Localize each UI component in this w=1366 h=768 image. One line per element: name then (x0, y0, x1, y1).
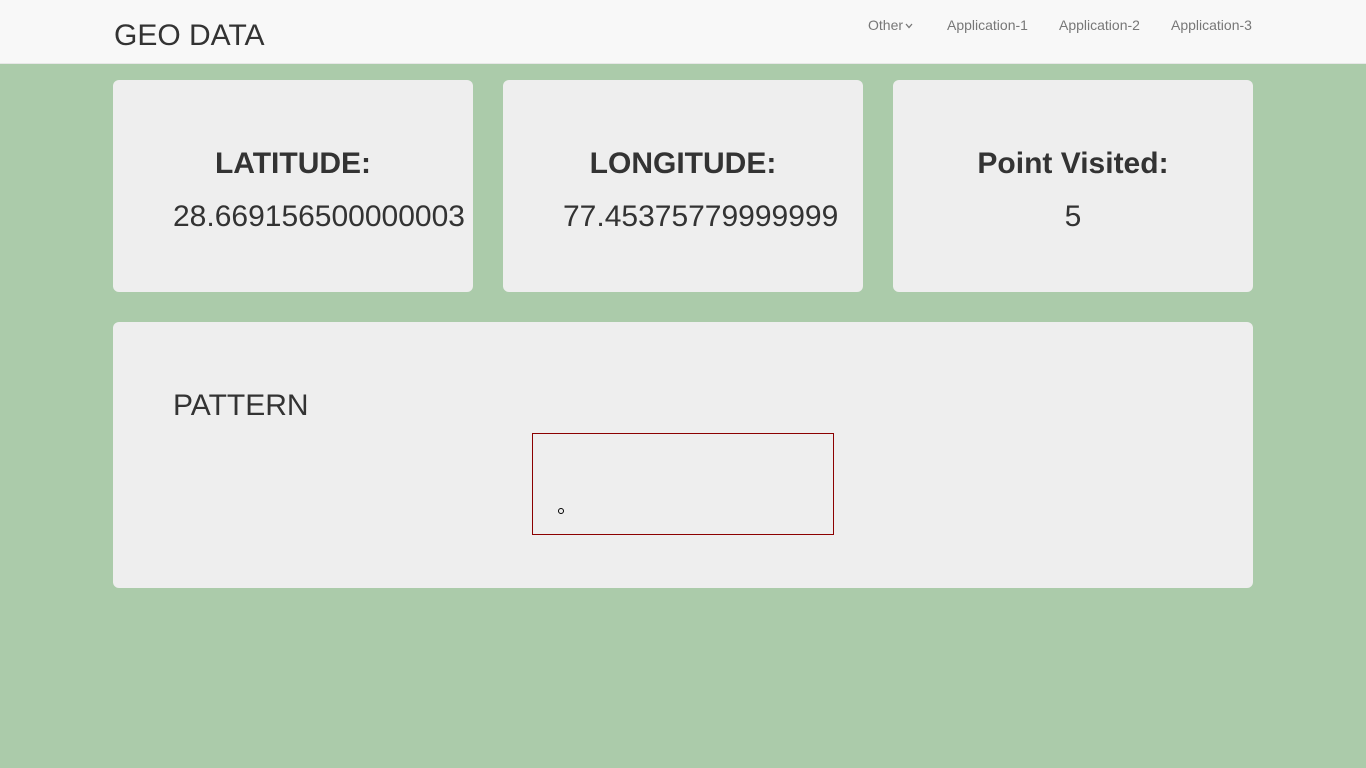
latitude-card (113, 80, 473, 292)
longitude-value: 77.45375779999999 (563, 200, 839, 233)
top-navbar: GEO DATA Other Application-1 Application… (0, 0, 1366, 64)
points-visited-value: 5 (1064, 200, 1082, 233)
longitude-label: LONGITUDE: (589, 147, 777, 180)
nav-item-application-3[interactable]: Application-3 (1171, 17, 1252, 34)
pattern-canvas[interactable] (532, 433, 834, 535)
latitude-label: LATITUDE: (214, 147, 372, 180)
nav-item-label: Other (868, 17, 904, 33)
points-visited-card (893, 80, 1253, 292)
brand-logo[interactable]: GEO DATA (114, 19, 265, 53)
nav-item-application-1[interactable]: Application-1 (947, 17, 1028, 34)
nav-item-other-dropdown[interactable]: Other (868, 17, 913, 34)
pattern-point-marker (558, 508, 564, 514)
points-visited-label: Point Visited: (977, 147, 1169, 180)
pattern-title: PATTERN (173, 389, 309, 422)
chevron-down-icon (905, 16, 913, 33)
latitude-value: 28.669156500000003 (173, 200, 465, 233)
nav-item-application-2[interactable]: Application-2 (1059, 17, 1140, 34)
longitude-card (503, 80, 863, 292)
